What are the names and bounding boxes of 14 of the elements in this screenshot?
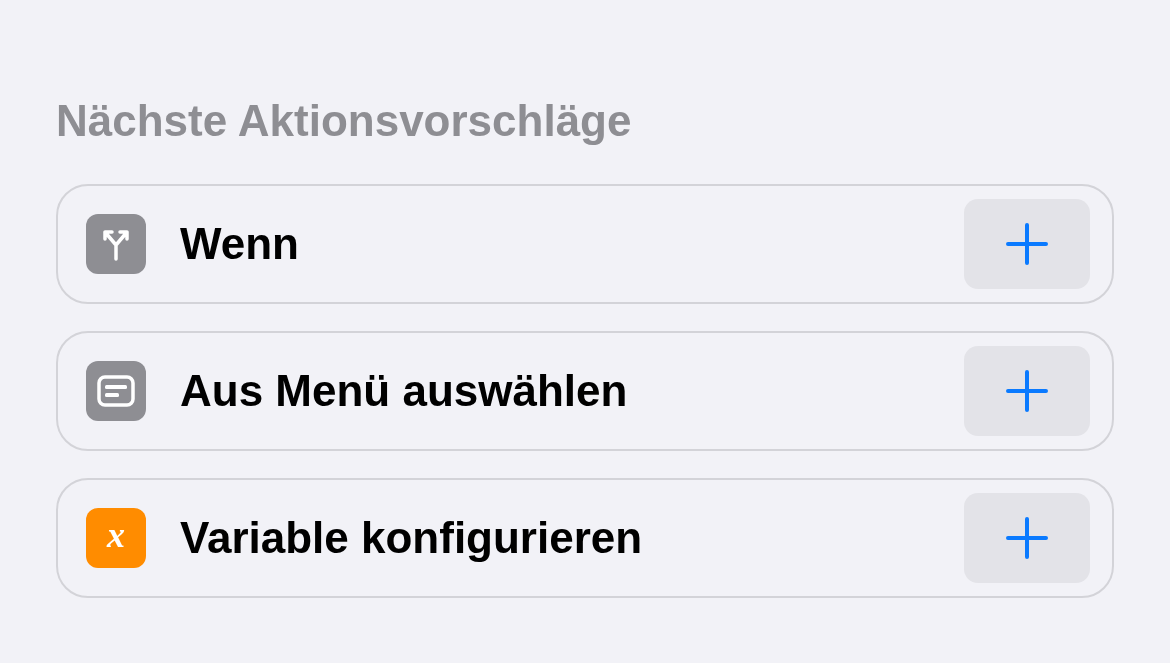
suggestion-card[interactable]: Wenn <box>56 184 1114 304</box>
plus-icon <box>1006 517 1048 559</box>
suggestion-label: Variable konfigurieren <box>180 513 644 563</box>
suggestion-card[interactable]: Aus Menü auswählen <box>56 331 1114 451</box>
add-button[interactable] <box>964 199 1090 289</box>
variable-icon: x <box>86 508 146 568</box>
suggestion-label: Aus Menü auswählen <box>180 366 629 416</box>
suggestion-label: Wenn <box>180 219 300 269</box>
add-button[interactable] <box>964 346 1090 436</box>
section-title: Nächste Aktionsvorschläge <box>56 96 633 146</box>
add-button[interactable] <box>964 493 1090 583</box>
plus-icon <box>1006 223 1048 265</box>
plus-icon <box>1006 370 1048 412</box>
suggestion-card[interactable]: x Variable konfigurieren <box>56 478 1114 598</box>
